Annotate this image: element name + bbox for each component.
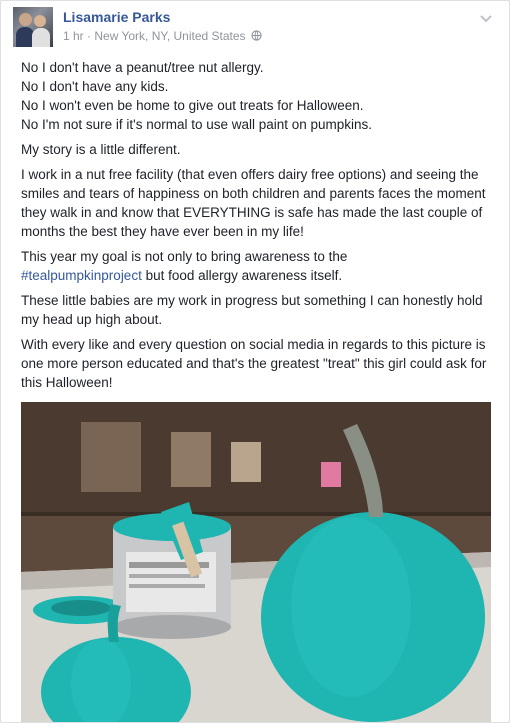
hashtag-link[interactable]: #tealpumpkinproject: [21, 268, 142, 283]
paragraph-closing: With every like and every question on so…: [21, 337, 487, 390]
chevron-down-icon[interactable]: [479, 11, 493, 23]
paragraph-story: My story is a little different.: [21, 142, 181, 157]
post-header: Lisamarie Parks 1 hr · New York, NY, Uni…: [13, 7, 499, 51]
text-line: No I'm not sure if it's normal to use wa…: [21, 117, 373, 132]
meta-separator: ·: [83, 29, 95, 43]
awareness-text: This year my goal is not only to bring a…: [21, 249, 348, 264]
location[interactable]: New York, NY, United States: [94, 29, 245, 43]
timestamp[interactable]: 1 hr: [63, 29, 84, 43]
paragraph-awareness: This year my goal is not only to bring a…: [21, 247, 493, 285]
text-line: No I don't have any kids.: [21, 79, 169, 94]
author-name[interactable]: Lisamarie Parks: [63, 9, 170, 25]
awareness-text-end: but food allergy awareness itself.: [141, 268, 343, 283]
paragraph-disclaimers: No I don't have a peanut/tree nut allerg…: [21, 58, 493, 134]
post-photo[interactable]: [21, 402, 491, 722]
paragraph-babies: These little babies are my work in progr…: [21, 293, 483, 327]
text-line: No I don't have a peanut/tree nut allerg…: [21, 60, 264, 75]
post-meta: 1 hr · New York, NY, United States: [63, 29, 262, 44]
post-card: Lisamarie Parks 1 hr · New York, NY, Uni…: [0, 0, 510, 723]
paragraph-work: I work in a nut free facility (that even…: [21, 167, 486, 239]
avatar[interactable]: [13, 7, 53, 47]
post-text: No I don't have a peanut/tree nut allerg…: [21, 58, 493, 398]
text-line: No I won't even be home to give out trea…: [21, 98, 364, 113]
globe-icon: [251, 30, 262, 44]
